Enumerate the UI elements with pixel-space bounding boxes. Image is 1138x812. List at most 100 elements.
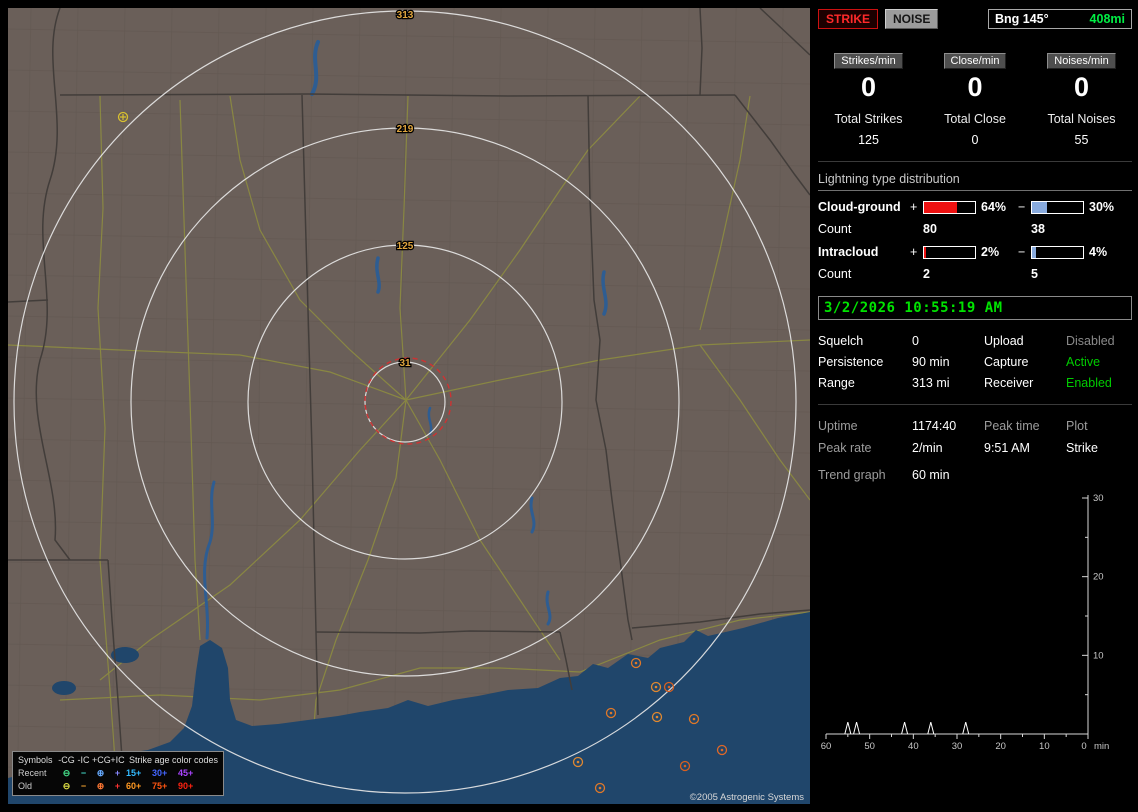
- old-neg-ic-icon: −: [80, 781, 87, 791]
- svg-text:30: 30: [1093, 493, 1104, 504]
- peak-rate-label: Peak rate: [818, 441, 872, 455]
- squelch-value: 0: [912, 334, 919, 348]
- plus-sign: +: [910, 200, 918, 214]
- minus-sign: −: [1018, 200, 1026, 214]
- svg-text:40: 40: [908, 741, 919, 752]
- recent-pos-ic-icon: +: [114, 768, 121, 778]
- total-strikes: Total Strikes 125: [818, 112, 919, 147]
- cg-negative-bar: [1031, 200, 1084, 214]
- total-noises-value: 55: [1074, 133, 1089, 147]
- capture-label: Capture: [984, 355, 1029, 369]
- noises-per-min-value: 0: [1073, 72, 1090, 102]
- age-90: 90+: [178, 781, 194, 791]
- trend-graph: 10 20 30 10 20 30 40 50 60 0 min: [821, 493, 1110, 752]
- cloud-ground-count-row: Count 80 38: [818, 222, 1132, 236]
- totals: Total Strikes 125 Total Close 0 Total No…: [818, 112, 1132, 147]
- total-strikes-value: 125: [858, 133, 879, 147]
- legend-symbols-header: Symbols: [18, 755, 53, 765]
- total-strikes-label: Total Strikes: [834, 112, 903, 126]
- age-75: 75+: [152, 781, 168, 791]
- noise-mode-button[interactable]: NOISE: [885, 8, 939, 29]
- ic-positive-count: 2: [923, 267, 930, 281]
- plot-value: Strike: [1066, 441, 1098, 455]
- cloud-ground-label: Cloud-ground: [818, 200, 901, 214]
- svg-text:20: 20: [1093, 572, 1104, 583]
- recent-neg-cg-icon: ⊖: [62, 768, 71, 778]
- lightning-map[interactable]: 313 219 125 31 Symbols -CG -IC +CG +IC Stri…: [8, 8, 810, 804]
- legend-age-header: Strike age color codes: [129, 755, 219, 765]
- settings-grid: Squelch 0 Upload Disabled Persistence 90…: [818, 334, 1132, 390]
- svg-text:20: 20: [995, 741, 1006, 752]
- stats-grid: Uptime 1174:40 Peak time Plot Peak rate …: [818, 419, 1132, 455]
- bearing-range-indicator: Bng 145° 408mi: [988, 8, 1132, 29]
- svg-text:30: 30: [952, 741, 963, 752]
- minus-sign: −: [1018, 245, 1026, 259]
- strike-mode-button[interactable]: STRIKE: [818, 8, 879, 29]
- separator: [818, 161, 1132, 162]
- strikes-per-min-label[interactable]: Strikes/min: [834, 53, 903, 69]
- receiver-label: Receiver: [984, 376, 1034, 390]
- noises-per-min-counter: Noises/min 0: [1031, 53, 1132, 102]
- legend-col-neg-cg: -CG: [58, 755, 75, 765]
- old-pos-ic-icon: +: [114, 781, 121, 791]
- svg-text:10: 10: [1093, 650, 1104, 661]
- legend-col-neg-ic: -IC: [77, 755, 90, 765]
- ic-negative-bar: [1031, 245, 1084, 259]
- cg-negative-pct: 30%: [1089, 200, 1115, 214]
- cg-positive-pct: 64%: [981, 200, 1007, 214]
- copyright-text: ©2005 Astrogenic Systems: [689, 792, 804, 803]
- bearing-value: Bng 145°: [995, 11, 1049, 26]
- intracloud-label: Intracloud: [818, 245, 879, 259]
- uptime-value: 1174:40: [912, 419, 957, 433]
- svg-text:125: 125: [397, 241, 414, 252]
- cg-positive-count: 80: [923, 222, 937, 236]
- receiver-status: Enabled: [1066, 376, 1112, 390]
- strikes-per-min-counter: Strikes/min 0: [818, 53, 919, 102]
- age-60: 60+: [126, 781, 142, 791]
- count-label: Count: [818, 267, 852, 281]
- close-per-min-label[interactable]: Close/min: [943, 53, 1007, 69]
- clock-box: 3/2/2026 10:55:19 AM: [818, 296, 1132, 320]
- svg-text:60: 60: [821, 741, 832, 752]
- mode-toolbar: STRIKE NOISE Bng 145° 408mi: [818, 8, 1132, 29]
- cloud-ground-row: Cloud-ground + 64% − 30%: [818, 200, 1132, 214]
- svg-text:219: 219: [397, 124, 414, 135]
- svg-text:50: 50: [864, 741, 875, 752]
- intracloud-count-row: Count 2 5: [818, 267, 1132, 281]
- trend-graph-label: Trend graph: [818, 468, 886, 482]
- squelch-label: Squelch: [818, 334, 864, 348]
- map-canvas[interactable]: 313 219 125 31: [8, 8, 810, 804]
- strikes-per-min-value: 0: [860, 72, 877, 102]
- persistence-value: 90 min: [912, 355, 950, 369]
- recent-neg-ic-icon: −: [80, 768, 87, 778]
- age-15: 15+: [126, 768, 142, 778]
- plot-label: Plot: [1066, 419, 1088, 433]
- age-30: 30+: [152, 768, 168, 778]
- noises-per-min-label[interactable]: Noises/min: [1047, 53, 1116, 69]
- legend-col-pos-cg: +CG: [92, 755, 111, 765]
- svg-text:0: 0: [1081, 741, 1086, 752]
- recent-pos-cg-icon: ⊕: [96, 768, 105, 778]
- total-close-value: 0: [971, 133, 979, 147]
- app-window: 313 219 125 31 Symbols -CG -IC +CG +IC Stri…: [0, 0, 1138, 812]
- close-per-min-value: 0: [967, 72, 983, 102]
- old-pos-cg-icon: ⊕: [96, 781, 105, 791]
- peak-time-label: Peak time: [984, 419, 1040, 433]
- capture-status: Active: [1066, 355, 1101, 369]
- intracloud-row: Intracloud + 2% − 4%: [818, 245, 1132, 259]
- old-neg-cg-icon: ⊖: [62, 781, 71, 791]
- separator: [818, 404, 1132, 405]
- upload-status: Disabled: [1066, 334, 1115, 348]
- legend-old-label: Old: [18, 781, 33, 791]
- peak-rate-value: 2/min: [912, 441, 943, 455]
- close-per-min-counter: Close/min 0: [925, 53, 1026, 102]
- range-value: 313 mi: [912, 376, 950, 390]
- persistence-label: Persistence: [818, 355, 884, 369]
- total-noises: Total Noises 55: [1031, 112, 1132, 147]
- legend-recent-label: Recent: [18, 768, 47, 778]
- distribution-header: Lightning type distribution: [818, 172, 1132, 191]
- cg-positive-bar: [923, 200, 976, 214]
- svg-text:min: min: [1094, 741, 1109, 752]
- plus-sign: +: [910, 245, 918, 259]
- total-noises-label: Total Noises: [1047, 112, 1116, 126]
